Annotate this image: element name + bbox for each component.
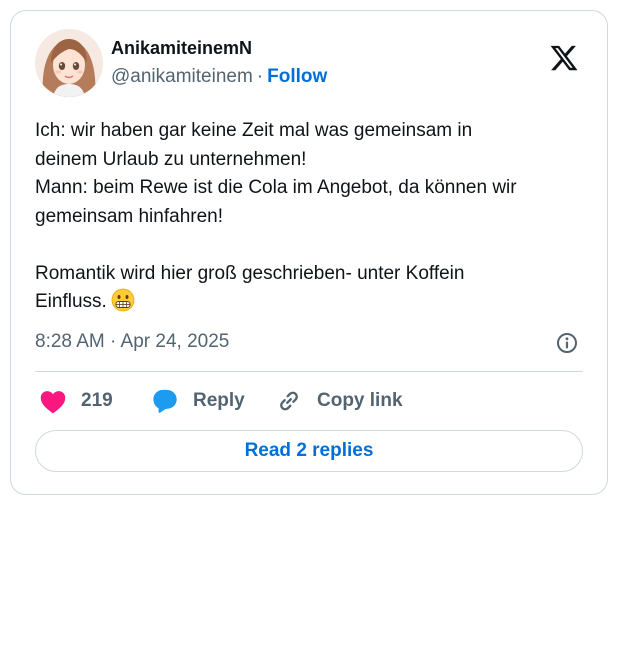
tweet-timestamp[interactable]: 8:28 AM · Apr 24, 2025: [35, 329, 229, 355]
tweet-line: Mann: beim Rewe ist die Cola im Angebot,…: [35, 177, 517, 198]
tweet-header: AnikamiteinemN @anikamiteinem · Follow: [35, 29, 583, 101]
link-icon: [280, 391, 298, 411]
anime-girl-avatar-icon: [35, 29, 103, 97]
divider: [35, 371, 583, 372]
tweet-card: AnikamiteinemN @anikamiteinem · Follow Ich…: [10, 10, 608, 495]
tweet-text: Ich: wir haben gar keine Zeit mal was ge…: [35, 117, 585, 317]
copy-link-button[interactable]: Copy link: [275, 385, 403, 417]
read-replies-label: Read 2 replies: [244, 440, 374, 461]
reply-label: Reply: [193, 390, 245, 411]
follow-button[interactable]: Follow: [267, 66, 327, 87]
avatar[interactable]: [35, 29, 103, 97]
like-count: 219: [81, 390, 113, 411]
info-icon[interactable]: [555, 331, 579, 355]
x-logo-icon[interactable]: [549, 43, 579, 73]
user-info: AnikamiteinemN @anikamiteinem · Follow: [111, 37, 327, 90]
action-bar: 219 Reply Copy link: [35, 385, 583, 417]
tweet-line: Einfluss.: [35, 291, 107, 312]
tweet-line: Ich: wir haben gar keine Zeit mal was ge…: [35, 120, 473, 141]
tweet-line: deinem Urlaub zu unternehmen!: [35, 148, 307, 170]
user-handle[interactable]: @anikamiteinem: [111, 66, 253, 87]
handle-row: @anikamiteinem · Follow: [111, 64, 327, 90]
tweet-line: gemeinsam hinfahren!: [35, 205, 223, 227]
reply-bubble-icon: [153, 389, 177, 413]
heart-icon: [40, 391, 66, 414]
read-replies-button[interactable]: Read 2 replies: [35, 430, 583, 472]
copy-link-label: Copy link: [317, 390, 403, 411]
display-name[interactable]: AnikamiteinemN: [111, 37, 327, 59]
reply-button[interactable]: Reply: [151, 385, 245, 417]
like-button[interactable]: 219: [39, 385, 113, 417]
grimacing-face-icon: [111, 288, 135, 312]
tweet-last-line: Einfluss.: [35, 288, 585, 317]
tweet-line: Romantik wird hier groß geschrieben- unt…: [35, 262, 465, 284]
separator-dot: ·: [256, 66, 264, 87]
